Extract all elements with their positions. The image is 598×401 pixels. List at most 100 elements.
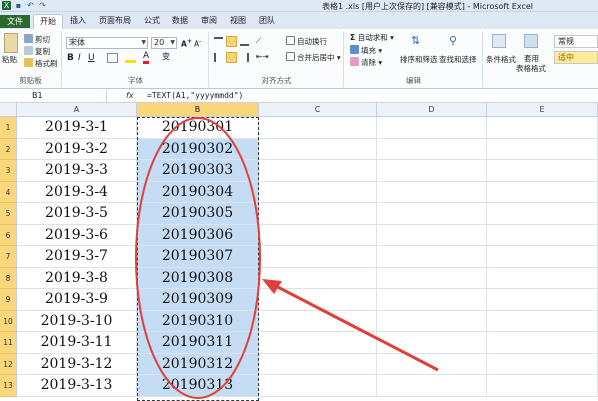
copy-button[interactable]: 复制: [24, 46, 50, 57]
cell-a[interactable]: 2019-3-3: [17, 160, 137, 182]
row-header[interactable]: 4: [0, 181, 17, 203]
row-header[interactable]: 9: [0, 289, 17, 311]
tab-insert[interactable]: 插入: [66, 14, 90, 29]
column-header-c[interactable]: C: [259, 103, 377, 117]
tab-team[interactable]: 团队: [255, 14, 279, 29]
style-normal[interactable]: 常规: [554, 35, 598, 48]
cell-c[interactable]: [259, 375, 377, 397]
table-format-button[interactable]: 套用: [524, 54, 539, 64]
row-header[interactable]: 3: [0, 160, 17, 182]
cell-d[interactable]: [377, 310, 487, 332]
row-header[interactable]: 7: [0, 246, 17, 268]
cell-d[interactable]: [377, 267, 487, 289]
cell-a[interactable]: 2019-3-12: [17, 353, 137, 375]
cell-e[interactable]: [487, 375, 598, 397]
fill-button[interactable]: 填充 ▾: [350, 45, 382, 56]
cell-c[interactable]: [259, 332, 377, 354]
cell-a[interactable]: 2019-3-4: [17, 181, 137, 203]
font-size-select[interactable]: 20 ▼: [151, 37, 177, 49]
find-select-button[interactable]: 查找和选择: [439, 55, 477, 65]
cell-d[interactable]: [377, 224, 487, 246]
wrap-text-button[interactable]: 自动换行: [286, 36, 327, 47]
align-middle-icon[interactable]: [226, 36, 237, 47]
orientation-icon[interactable]: ⟋: [256, 36, 261, 46]
align-right-icon[interactable]: [240, 53, 249, 62]
clear-button[interactable]: 清除 ▾: [350, 57, 382, 68]
tab-page-layout[interactable]: 页面布局: [94, 14, 136, 29]
cell-c[interactable]: [259, 246, 377, 268]
cell-d[interactable]: [377, 160, 487, 182]
cell-d[interactable]: [377, 138, 487, 160]
tab-data[interactable]: 数据: [168, 14, 192, 29]
align-bottom-icon[interactable]: [240, 37, 249, 46]
cut-button[interactable]: 剪切: [24, 34, 50, 45]
cell-a[interactable]: 2019-3-13: [17, 375, 137, 397]
cell-a[interactable]: 2019-3-9: [17, 289, 137, 311]
style-neutral[interactable]: 适中: [554, 51, 598, 64]
cell-c[interactable]: [259, 203, 377, 225]
row-header[interactable]: 10: [0, 310, 17, 332]
sort-filter-button[interactable]: 排序和筛选: [400, 55, 438, 65]
tab-file[interactable]: 文件: [0, 15, 30, 28]
cell-a[interactable]: 2019-3-7: [17, 246, 137, 268]
row-header[interactable]: 1: [0, 117, 17, 139]
undo-icon[interactable]: ↶: [26, 1, 35, 10]
cell-c[interactable]: [259, 160, 377, 182]
cell-a[interactable]: 2019-3-5: [17, 203, 137, 225]
italic-icon[interactable]: I: [78, 53, 81, 63]
name-box[interactable]: B1: [2, 90, 107, 102]
grow-font-icon[interactable]: A+: [181, 37, 192, 50]
cell-e[interactable]: [487, 289, 598, 311]
cell-a[interactable]: 2019-3-2: [17, 138, 137, 160]
align-left-icon[interactable]: [214, 53, 223, 62]
column-header-e[interactable]: E: [487, 103, 598, 117]
align-center-icon[interactable]: [226, 52, 237, 63]
column-header-d[interactable]: D: [377, 103, 487, 117]
cell-a[interactable]: 2019-3-1: [17, 117, 137, 139]
formula-input[interactable]: =TEXT(A1,"yyyymmdd"): [147, 90, 243, 102]
cell-e[interactable]: [487, 332, 598, 354]
tab-view[interactable]: 视图: [226, 14, 250, 29]
paste-icon[interactable]: [4, 33, 18, 53]
cell-d[interactable]: [377, 203, 487, 225]
table-format-button-2[interactable]: 表格格式: [516, 64, 546, 74]
cell-e[interactable]: [487, 138, 598, 160]
cell-a[interactable]: 2019-3-10: [17, 310, 137, 332]
redo-icon[interactable]: ↷: [38, 1, 47, 10]
tab-review[interactable]: 审阅: [197, 14, 221, 29]
row-header[interactable]: 13: [0, 375, 17, 397]
cell-c[interactable]: [259, 138, 377, 160]
row-header[interactable]: 2: [0, 138, 17, 160]
cell-d[interactable]: [377, 246, 487, 268]
cell-e[interactable]: [487, 181, 598, 203]
cell-e[interactable]: [487, 224, 598, 246]
underline-icon[interactable]: U: [88, 53, 95, 63]
cell-c[interactable]: [259, 289, 377, 311]
cell-c[interactable]: [259, 181, 377, 203]
row-header[interactable]: 11: [0, 332, 17, 354]
fill-color-icon[interactable]: [125, 53, 136, 63]
save-icon[interactable]: ▪: [14, 1, 23, 10]
bold-icon[interactable]: B: [67, 53, 74, 63]
font-color-icon[interactable]: A: [143, 51, 150, 64]
shrink-font-icon[interactable]: A-: [194, 37, 201, 50]
column-header-b[interactable]: B: [137, 103, 259, 117]
cell-d[interactable]: [377, 117, 487, 139]
cell-c[interactable]: [259, 310, 377, 332]
cell-e[interactable]: [487, 203, 598, 225]
conditional-format-button[interactable]: 条件格式: [486, 55, 516, 65]
phonetic-icon[interactable]: 变: [162, 52, 170, 62]
border-icon[interactable]: [107, 53, 118, 63]
align-top-icon[interactable]: [214, 37, 223, 46]
font-name-select[interactable]: 宋体 ▼: [66, 37, 148, 49]
cell-a[interactable]: 2019-3-11: [17, 332, 137, 354]
cell-c[interactable]: [259, 224, 377, 246]
row-header[interactable]: 8: [0, 267, 17, 289]
row-header[interactable]: 12: [0, 353, 17, 375]
paste-button[interactable]: 粘贴: [2, 55, 17, 65]
fx-icon[interactable]: fx: [126, 90, 134, 102]
cell-c[interactable]: [259, 353, 377, 375]
cell-e[interactable]: [487, 160, 598, 182]
cell-e[interactable]: [487, 353, 598, 375]
cell-d[interactable]: [377, 289, 487, 311]
